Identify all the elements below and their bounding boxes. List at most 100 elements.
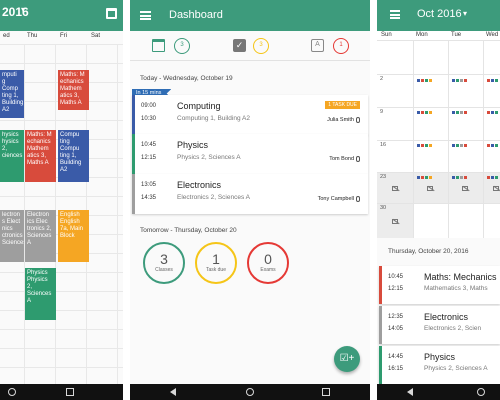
event-physics[interactable]: hysics hysics 2, ciences bbox=[0, 130, 24, 182]
summary-number: 3 bbox=[160, 251, 168, 267]
exams-summary-ring[interactable]: 0 Exams bbox=[247, 242, 289, 284]
event-dots bbox=[487, 134, 499, 147]
calendar-icon[interactable] bbox=[106, 8, 117, 19]
event-line: echanics bbox=[27, 139, 51, 145]
event-line: nics bbox=[2, 226, 13, 232]
month-title[interactable]: Oct 2016 bbox=[417, 8, 462, 20]
event-dots bbox=[487, 69, 499, 82]
event-line: tronics 2, bbox=[27, 226, 52, 232]
event-electronics[interactable]: Electron ics Elec tronics 2, Sciences A bbox=[25, 210, 56, 262]
task-due-badge[interactable]: 1 TASK DUE bbox=[325, 101, 360, 109]
event-dots bbox=[487, 166, 499, 179]
system-nav-bar bbox=[130, 384, 370, 400]
event-line: ting 1, bbox=[60, 153, 77, 159]
day-header: Thu bbox=[27, 33, 38, 39]
event-line: Compu bbox=[60, 132, 80, 138]
grid-line bbox=[377, 107, 500, 108]
event-electronics[interactable]: lectron s Elect nics ctronics Sciences bbox=[0, 210, 24, 262]
grid-line bbox=[377, 74, 500, 75]
event-line: ics Elec bbox=[27, 219, 48, 225]
calendar-check-icon[interactable] bbox=[152, 39, 165, 52]
class-color-bar bbox=[132, 134, 135, 174]
exam-icon[interactable]: A bbox=[311, 39, 324, 52]
event-line: Building bbox=[60, 160, 82, 166]
home-icon[interactable] bbox=[246, 388, 254, 396]
event-line: mputi bbox=[2, 72, 17, 78]
chevron-down-icon[interactable]: ▾ bbox=[463, 9, 467, 18]
class-name: Physics bbox=[177, 140, 209, 150]
class-location: Computing 1, Building A2 bbox=[177, 115, 250, 122]
stats-bar: 3 ✓ 3 A 1 bbox=[130, 31, 370, 61]
add-task-button[interactable]: ☑+ bbox=[334, 346, 360, 372]
class-card[interactable]: 12:35 14:05 Electronics Electronics 2, S… bbox=[379, 306, 500, 344]
grid-line bbox=[413, 40, 414, 238]
event-line: Physics bbox=[27, 270, 48, 276]
event-line: Mathem bbox=[60, 86, 82, 92]
class-end-time: 10:30 bbox=[141, 116, 157, 122]
event-line: lectron bbox=[2, 212, 21, 218]
day-header: Wed bbox=[486, 32, 499, 38]
class-card[interactable]: 14:45 16:15 Physics Physics 2, Sciences … bbox=[379, 346, 500, 384]
event-dots bbox=[417, 69, 433, 82]
event-physics[interactable]: Physics Physics 2, Sciences A bbox=[25, 268, 56, 320]
event-dots bbox=[487, 101, 499, 114]
class-end-time: 12:15 bbox=[141, 155, 157, 161]
class-color-bar bbox=[132, 174, 135, 214]
class-color-bar bbox=[379, 346, 382, 384]
class-location: Physics 2, Sciences A bbox=[424, 365, 488, 372]
recents-icon[interactable] bbox=[66, 388, 74, 396]
class-card[interactable]: 13:05 14:35 Electronics Electronics 2, S… bbox=[132, 174, 368, 214]
event-computing[interactable]: Compu ting Compu ting 1, Building A2 bbox=[58, 130, 89, 182]
teacher-name: Tom Bond bbox=[329, 156, 354, 162]
event-computing[interactable]: mputi g Comp ting 1, Building A2 bbox=[0, 70, 24, 118]
week-view-screen: 2016 ▾ ed Thu Fri Sat mputi g Comp ting … bbox=[0, 0, 123, 400]
grid-line bbox=[377, 203, 500, 204]
summary-label: Task due bbox=[205, 267, 226, 273]
chevron-down-icon[interactable]: ▾ bbox=[21, 5, 25, 14]
back-icon[interactable] bbox=[407, 388, 413, 396]
class-end-time: 12:15 bbox=[388, 286, 404, 292]
event-line: Sciences bbox=[2, 240, 24, 246]
event-dots bbox=[452, 166, 468, 179]
menu-icon[interactable] bbox=[390, 10, 400, 19]
event-line: Physics 2, bbox=[27, 277, 48, 290]
menu-icon[interactable] bbox=[140, 11, 151, 20]
recents-icon[interactable] bbox=[322, 388, 330, 396]
tasks-count-badge[interactable]: 3 bbox=[253, 38, 269, 54]
today-header: Today - Wednesday, October 19 bbox=[140, 75, 233, 82]
event-maths[interactable]: Maths: M echanics Mathem atics 3, Maths … bbox=[25, 130, 56, 182]
class-card[interactable]: 10:45 12:15 Maths: Mechanics Mathematics… bbox=[379, 266, 500, 304]
event-dots bbox=[417, 166, 433, 179]
class-name: Physics bbox=[424, 352, 456, 362]
event-line: Maths: M bbox=[60, 72, 85, 78]
event-line: Maths: M bbox=[27, 132, 52, 138]
event-line: Sciences bbox=[27, 291, 52, 297]
event-line: A bbox=[27, 240, 32, 246]
class-start-time: 10:45 bbox=[141, 142, 157, 148]
home-icon[interactable] bbox=[8, 388, 16, 396]
classes-count-badge[interactable]: 3 bbox=[174, 38, 190, 54]
exams-count-badge[interactable]: 1 bbox=[333, 38, 349, 54]
back-icon[interactable] bbox=[170, 388, 176, 396]
month-grid[interactable]: Sun Mon Tue Wed 2 9 16 23 30 bbox=[377, 31, 500, 238]
class-card[interactable]: 09:00 10:30 Computing Computing 1, Build… bbox=[132, 95, 368, 135]
event-line: atics 3, bbox=[60, 93, 80, 99]
day-header: Fri bbox=[60, 33, 67, 39]
class-location: Mathematics 3, Maths bbox=[424, 285, 488, 292]
day-number: 30 bbox=[380, 205, 387, 211]
class-card[interactable]: 10:45 12:15 Physics Physics 2, Sciences … bbox=[132, 134, 368, 174]
classes-summary-ring[interactable]: 3 Classes bbox=[143, 242, 185, 284]
class-location: Physics 2, Sciences A bbox=[177, 154, 241, 161]
home-icon[interactable] bbox=[477, 388, 485, 396]
event-english[interactable]: English English 7a, Main Block bbox=[58, 210, 89, 262]
screenshot-collage: 2016 ▾ ed Thu Fri Sat mputi g Comp ting … bbox=[0, 0, 500, 400]
day-header: Sat bbox=[91, 33, 101, 39]
event-maths[interactable]: Maths: M echanics Mathem atics 3, Maths … bbox=[58, 70, 89, 110]
event-line: 7a, Main bbox=[60, 226, 84, 232]
event-line: Sciences bbox=[27, 233, 52, 239]
tasks-summary-ring[interactable]: 1 Task due bbox=[195, 242, 237, 284]
class-start-time: 09:00 bbox=[141, 103, 157, 109]
checkbox-icon[interactable]: ✓ bbox=[233, 39, 246, 52]
day-number: 9 bbox=[380, 109, 384, 115]
event-dots bbox=[452, 101, 468, 114]
